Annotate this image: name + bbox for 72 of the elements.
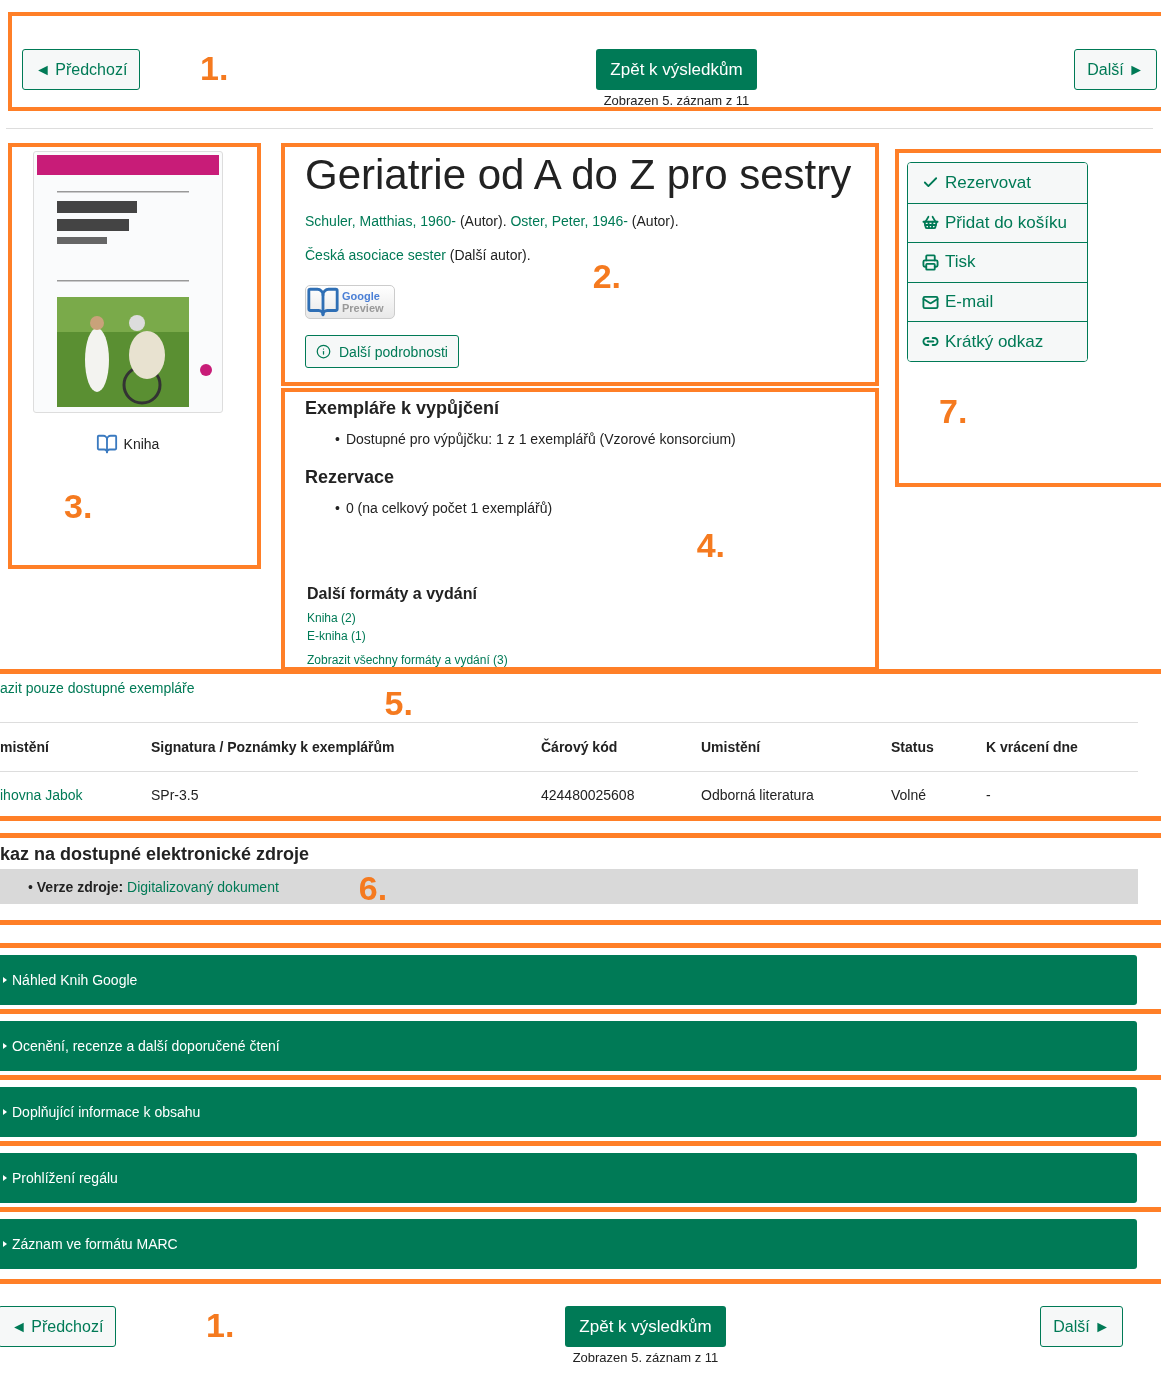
section-heading: kaz na dostupné elektronické zdroje — [0, 844, 311, 865]
accordion-header[interactable]: Ocenění, recenze a další doporučené čtení — [0, 1021, 1137, 1071]
column-header: mistění — [0, 723, 151, 772]
action-button[interactable]: Rezervovat — [908, 163, 1087, 203]
more-details-button[interactable]: Další podrobnosti — [305, 335, 459, 368]
availability-item: Dostupné pro výpůjčku: 1 z 1 exemplářů (Vzorové konsorcium) — [345, 431, 736, 447]
annotation-number: 4. — [696, 526, 725, 565]
next-button[interactable]: Další ► — [1074, 49, 1157, 90]
record-title: Geriatrie od A do Z pro sestry — [305, 151, 853, 199]
table-cell: Volné — [891, 787, 927, 803]
action-button[interactable]: E-mail — [908, 281, 1087, 322]
other-authors-line: Česká asociace sester (Další autor). — [305, 247, 532, 263]
info-icon — [316, 344, 331, 359]
bullet: • — [335, 431, 340, 447]
bullet: • — [335, 500, 340, 516]
section-heading: Exempláře k vypůjčení — [305, 398, 501, 419]
action-button[interactable]: Krátký odkaz — [908, 321, 1087, 361]
section-heading: Rezervace — [305, 467, 396, 488]
author-link[interactable]: Česká asociace sester — [305, 247, 446, 263]
available-only-link[interactable]: azit pouze dostupné exempláře — [0, 680, 195, 696]
basket-icon — [922, 214, 939, 232]
back-to-results-button[interactable]: Zpět k výsledkům — [565, 1306, 726, 1347]
annotation-number: 3. — [64, 487, 93, 525]
caret-icon — [2, 1109, 8, 1115]
annotation-number: 7. — [939, 391, 968, 430]
formats-heading: Další formáty a vydání — [307, 585, 478, 603]
google-preview-button[interactable]: Google Preview — [305, 285, 395, 319]
action-button[interactable]: Přidat do košíku — [908, 202, 1087, 243]
author-link[interactable]: Schuler, Matthias, 1960- — [305, 213, 456, 229]
book-icon — [95, 433, 118, 455]
annotation-number: 2. — [592, 257, 621, 296]
format-link[interactable]: Kniha (2) — [307, 611, 855, 625]
column-header: Čárový kód — [541, 723, 701, 772]
accordion-header[interactable]: Prohlížení regálu — [0, 1153, 1137, 1203]
column-header: Umistění — [701, 723, 891, 772]
book-icon — [306, 285, 340, 319]
column-header: K vrácení dne — [986, 723, 1138, 772]
resource-link[interactable]: Digitalizovaný dokument — [127, 878, 279, 895]
author-link[interactable]: Oster, Peter, 1946- — [510, 213, 628, 229]
caret-icon — [2, 977, 8, 983]
reservation-item: 0 (na celkový počet 1 exemplářů) — [345, 500, 553, 516]
record-position: Zobrazen 5. záznam z 11 — [572, 1350, 719, 1365]
action-button[interactable]: Tisk — [908, 242, 1087, 282]
column-header: Signatura / Poznámky k exemplářům — [151, 723, 541, 772]
caret-icon — [2, 1175, 8, 1181]
annotation-number: 1. — [200, 49, 229, 87]
annotation-number: 5. — [384, 684, 413, 723]
next-button[interactable]: Další ► — [1040, 1306, 1123, 1347]
previous-button[interactable]: ◄ Předchozí — [22, 49, 141, 90]
table-cell: Odborná literatura — [701, 787, 814, 803]
format-link[interactable]: E-kniha (1) — [307, 629, 855, 643]
mail-icon — [922, 293, 939, 311]
all-formats-link[interactable]: Zobrazit všechny formáty a vydání (3) — [307, 653, 855, 667]
format-label: Kniha — [123, 436, 160, 452]
printer-icon — [922, 254, 939, 271]
resource-item: • Verze zdroje: Digitalizovaný dokument — [28, 878, 279, 895]
accordion-header[interactable]: Náhled Knih Google — [0, 955, 1137, 1005]
table-cell: 424480025608 — [541, 787, 635, 803]
accordion-header[interactable]: Záznam ve formátu MARC — [0, 1219, 1137, 1269]
accordion-header[interactable]: Doplňující informace k obsahu — [0, 1087, 1137, 1137]
table-cell: SPr-3.5 — [151, 787, 199, 803]
table-cell: - — [986, 787, 991, 803]
caret-icon — [2, 1241, 8, 1247]
previous-button[interactable]: ◄ Předchozí — [0, 1306, 117, 1347]
annotation-number: 1. — [206, 1306, 235, 1344]
record-position: Zobrazen 5. záznam z 11 — [603, 93, 750, 108]
caret-icon — [2, 1043, 8, 1049]
column-header: Status — [891, 723, 986, 772]
annotation-number: 6. — [358, 869, 388, 908]
back-to-results-button[interactable]: Zpět k výsledkům — [596, 49, 757, 90]
authors-line: Schuler, Matthias, 1960- (Autor). Oster, Peter, 1946- (Autor). — [305, 213, 680, 229]
library-link[interactable]: ihovna Jabok — [0, 787, 83, 803]
